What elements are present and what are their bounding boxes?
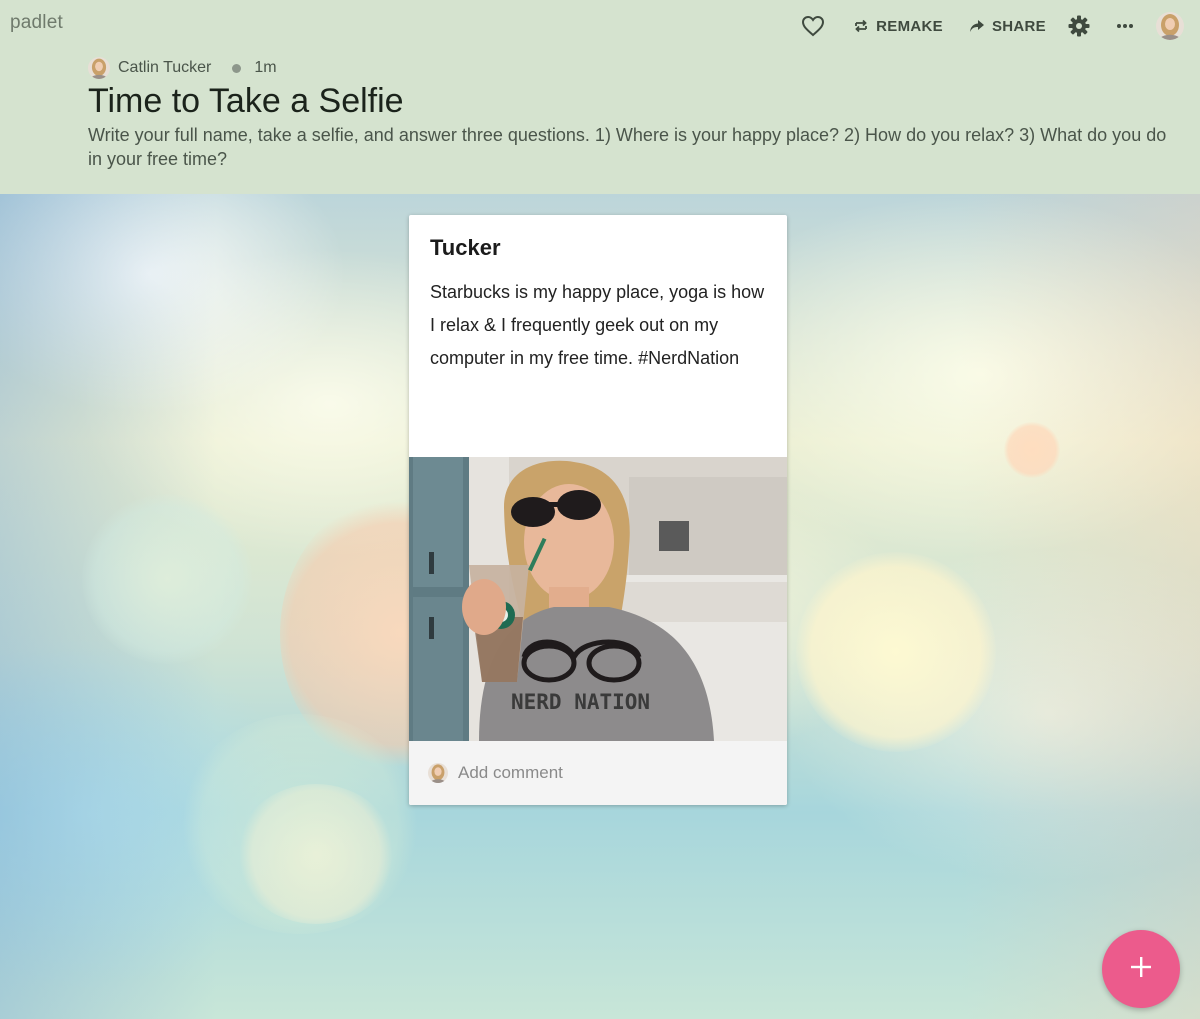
author-avatar[interactable] [88, 57, 110, 79]
plus-icon [1130, 956, 1152, 983]
like-button[interactable] [801, 15, 825, 37]
author-name[interactable]: Catlin Tucker [118, 59, 211, 77]
shirt-print-text: NERD NATION [511, 690, 650, 714]
add-comment-input[interactable] [458, 763, 758, 783]
remake-button[interactable]: REMAKE [853, 18, 943, 35]
bokeh-light [1004, 422, 1060, 478]
bokeh-light [796, 552, 996, 752]
remake-label: REMAKE [876, 17, 943, 35]
user-avatar[interactable] [1156, 12, 1184, 40]
more-options-button[interactable] [1116, 23, 1134, 29]
heart-icon [801, 15, 825, 37]
comment-bar [409, 741, 787, 805]
page-title: Time to Take a Selfie [88, 82, 404, 120]
post-body: Starbucks is my happy place, yoga is how… [430, 282, 765, 368]
page-description: Write your full name, take a selfie, and… [88, 125, 1167, 169]
separator-dot [232, 63, 242, 73]
commenter-avatar [428, 763, 448, 783]
time-ago: 1m [254, 59, 277, 76]
post-title: Tucker [430, 235, 501, 260]
remake-icon [853, 18, 869, 34]
more-horizontal-icon [1116, 23, 1134, 29]
padlet-logo[interactable]: padlet [10, 12, 63, 34]
share-label: SHARE [991, 17, 1046, 35]
post-meta: Catlin Tucker 1m [88, 57, 277, 79]
gear-icon [1068, 15, 1090, 37]
bokeh-light [82, 494, 252, 664]
post-image[interactable]: NERD NATION [409, 457, 787, 741]
bokeh-light [180, 714, 420, 934]
toolbar-actions: REMAKE SHARE [801, 10, 1184, 42]
top-bar: padlet REMAKE SHARE [0, 0, 1200, 52]
add-post-button[interactable] [1102, 930, 1180, 1008]
share-arrow-icon [969, 19, 985, 33]
post-card[interactable]: Tucker Starbucks is my happy place, yoga… [409, 215, 787, 805]
settings-button[interactable] [1068, 15, 1090, 37]
share-button[interactable]: SHARE [969, 18, 1046, 35]
